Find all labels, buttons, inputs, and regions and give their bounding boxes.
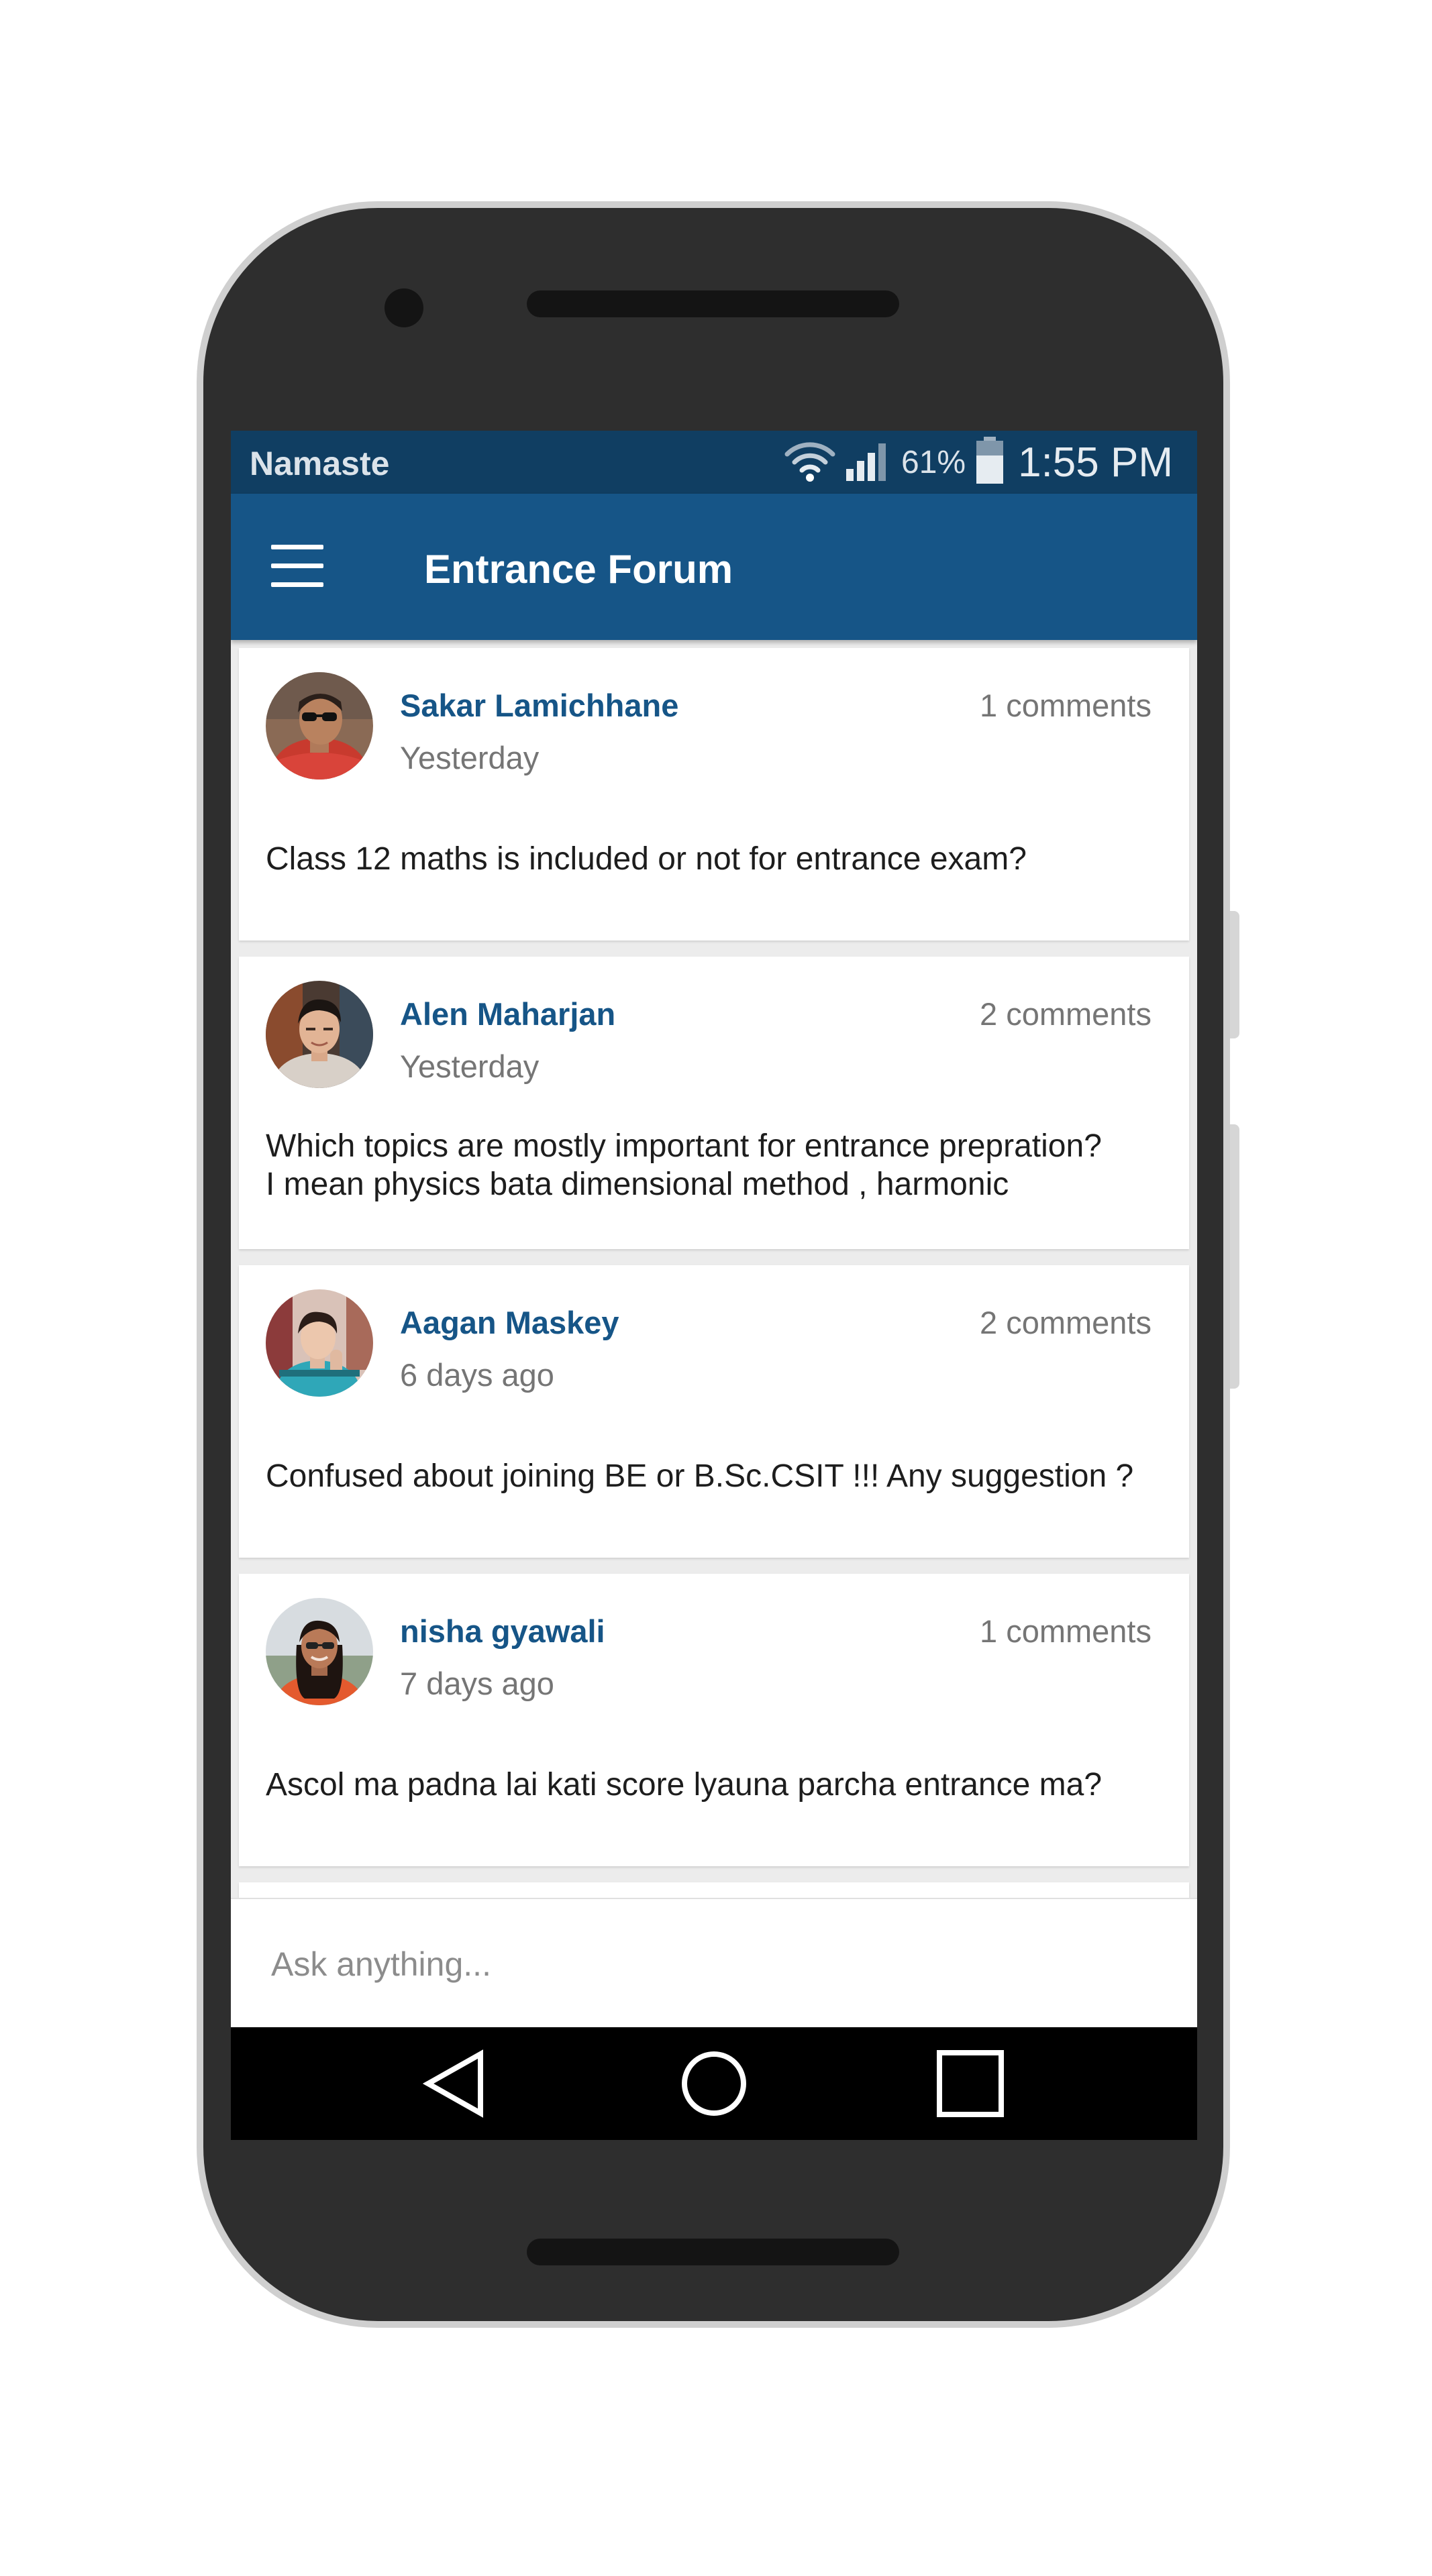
avatar[interactable] <box>266 672 373 780</box>
page-title: Entrance Forum <box>424 547 733 592</box>
phone-screen: Namaste 61% 1:55 PM Entrance Forum Sakar… <box>231 431 1197 2140</box>
recents-icon[interactable] <box>933 2046 1008 2121</box>
author-name[interactable]: Sakar Lamichhane <box>400 687 678 724</box>
bottom-speaker <box>527 2239 899 2265</box>
post-question: Class 12 maths is included or not for en… <box>266 841 1027 877</box>
post-time: 7 days ago <box>400 1666 554 1701</box>
post-time: Yesterday <box>400 1049 540 1084</box>
battery-icon <box>975 436 1005 488</box>
volume-button <box>1230 911 1239 1038</box>
power-button <box>1230 1124 1239 1389</box>
question-line: I mean physics bata dimensional method ,… <box>266 1167 1009 1202</box>
avatar[interactable] <box>266 1289 373 1397</box>
battery-percent: 61% <box>901 444 966 480</box>
hamburger-menu-icon[interactable] <box>271 541 325 593</box>
comment-count[interactable]: 2 comments <box>980 1304 1152 1341</box>
status-bar: Namaste 61% 1:55 PM <box>231 431 1197 494</box>
wifi-icon <box>784 439 835 486</box>
comment-count[interactable]: 1 comments <box>980 1613 1152 1650</box>
home-icon[interactable] <box>676 2046 752 2121</box>
ask-input[interactable] <box>270 1938 1158 1990</box>
app-bar: Entrance Forum <box>231 494 1197 640</box>
post-card[interactable]: Aagan Maskey 6 days ago 2 comments Confu… <box>239 1265 1189 1558</box>
post-card[interactable]: Sakar Lamichhane Yesterday 1 comments Cl… <box>239 648 1189 941</box>
clock: 1:55 PM <box>1018 439 1173 486</box>
carrier-name: Namaste <box>250 445 390 482</box>
post-question: Which topics are mostly important for en… <box>266 1127 1165 1203</box>
post-time: Yesterday <box>400 740 540 775</box>
signal-icon <box>845 439 892 486</box>
post-question: Confused about joining BE or B.Sc.CSIT !… <box>266 1458 1134 1494</box>
avatar[interactable] <box>266 1598 373 1705</box>
author-name[interactable]: Alen Maharjan <box>400 996 615 1032</box>
question-line: Which topics are mostly important for en… <box>266 1128 1102 1164</box>
author-name[interactable]: nisha gyawali <box>400 1613 605 1650</box>
post-question: Ascol ma padna lai kati score lyauna par… <box>266 1767 1103 1803</box>
avatar[interactable] <box>266 981 373 1088</box>
back-icon[interactable] <box>419 2046 494 2121</box>
post-time: 6 days ago <box>400 1357 554 1393</box>
navigation-bar <box>231 2027 1197 2140</box>
status-icons: 61% 1:55 PM <box>784 436 1173 488</box>
front-camera <box>385 288 423 327</box>
comment-count[interactable]: 2 comments <box>980 996 1152 1032</box>
ask-bar <box>231 1898 1197 2027</box>
post-card[interactable]: Alen Maharjan Yesterday 2 comments Which… <box>239 957 1189 1249</box>
earpiece-speaker <box>527 290 899 317</box>
post-card[interactable]: nisha gyawali 7 days ago 1 comments Asco… <box>239 1574 1189 1866</box>
comment-count[interactable]: 1 comments <box>980 687 1152 724</box>
author-name[interactable]: Aagan Maskey <box>400 1304 619 1341</box>
